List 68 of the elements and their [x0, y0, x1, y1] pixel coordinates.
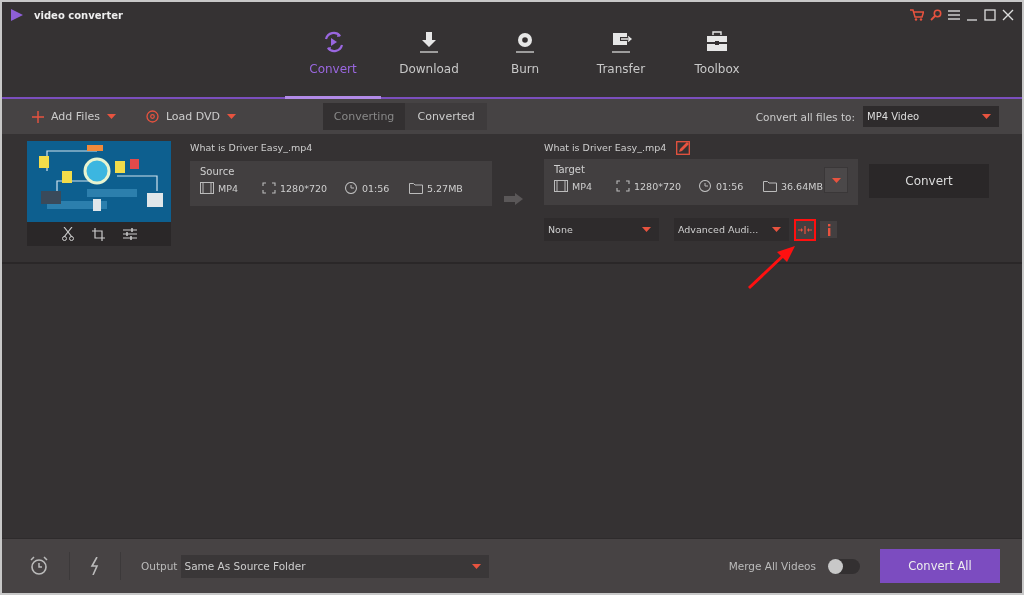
audio-dropdown[interactable]: Advanced Audi...	[674, 218, 789, 241]
caret-icon	[982, 114, 991, 119]
caret-icon	[772, 227, 781, 232]
folder-icon	[763, 180, 777, 192]
edit-icon[interactable]	[676, 141, 691, 155]
subtitle-dropdown[interactable]: None	[544, 218, 659, 241]
disc-icon	[145, 110, 159, 123]
crop-icon[interactable]	[91, 227, 105, 241]
close-icon[interactable]	[1002, 9, 1014, 21]
add-files-button[interactable]: Add Files	[32, 110, 116, 123]
menu-icon[interactable]	[948, 10, 960, 20]
caret-icon	[472, 563, 482, 569]
maximize-icon[interactable]	[984, 9, 996, 21]
convert-all-button[interactable]: Convert All	[880, 549, 1000, 583]
merge-label: Merge All Videos	[728, 560, 816, 572]
meta-duration: 01:56	[716, 180, 744, 192]
nav-tab[interactable]: Burn	[477, 28, 573, 99]
meta-resolution: 1280*720	[280, 182, 328, 194]
panel-heading: Target	[554, 164, 586, 175]
info-button[interactable]	[820, 221, 837, 238]
transfer-icon	[609, 30, 633, 54]
list-tab[interactable]: Converted	[405, 103, 488, 130]
output-label: Output	[141, 560, 178, 572]
meta-resolution: 1280*720	[634, 180, 682, 192]
panel-heading: Source	[200, 166, 236, 177]
convert-all-label: Convert all files to:	[755, 110, 855, 123]
folder-icon	[409, 182, 423, 194]
merge-button[interactable]	[794, 218, 816, 241]
cart-icon[interactable]	[910, 9, 924, 21]
clock-icon	[344, 182, 358, 194]
app-title: video converter	[34, 9, 123, 21]
download-icon	[417, 30, 441, 54]
sliders-icon[interactable]	[122, 228, 137, 240]
meta-size: 36.64MB	[781, 180, 823, 192]
list-tab[interactable]: Converting	[323, 103, 406, 130]
caret-icon	[227, 114, 237, 119]
meta-format: MP4	[572, 180, 592, 192]
nav-tab[interactable]: Transfer	[573, 28, 669, 99]
file-name: What is Driver Easy_.mp4	[544, 141, 667, 155]
meta-size: 5.27MB	[427, 182, 463, 194]
arrow-icon	[504, 193, 524, 205]
meta-format: MP4	[218, 182, 238, 194]
lightning-icon[interactable]	[90, 557, 100, 575]
format-menu-button[interactable]	[824, 167, 848, 193]
load-dvd-button[interactable]: Load DVD	[145, 110, 237, 123]
resolution-icon	[262, 182, 276, 194]
meta-duration: 01:56	[362, 182, 390, 194]
format-dropdown[interactable]: MP4 Video	[863, 106, 999, 127]
nav-tab[interactable]: Toolbox	[669, 28, 765, 99]
split-icon	[798, 225, 812, 234]
info-icon	[826, 223, 831, 236]
nav-tab[interactable]: Download	[381, 28, 477, 99]
caret-icon	[106, 114, 116, 119]
caret-icon	[642, 227, 651, 232]
film-icon	[554, 180, 568, 192]
annotation-arrow	[747, 244, 797, 290]
app-logo-icon	[10, 8, 24, 22]
caret-icon	[831, 177, 841, 183]
file-name: What is Driver Easy_.mp4	[190, 141, 314, 155]
convert-button[interactable]: Convert	[869, 164, 989, 198]
output-folder-dropdown[interactable]: Same As Source Folder	[181, 554, 490, 578]
scissors-icon[interactable]	[61, 227, 74, 241]
alarm-icon[interactable]	[29, 556, 49, 576]
plus-icon	[32, 110, 44, 123]
film-icon	[200, 182, 214, 194]
resolution-icon	[616, 180, 630, 192]
clock-icon	[698, 180, 712, 192]
merge-toggle[interactable]	[828, 558, 860, 574]
